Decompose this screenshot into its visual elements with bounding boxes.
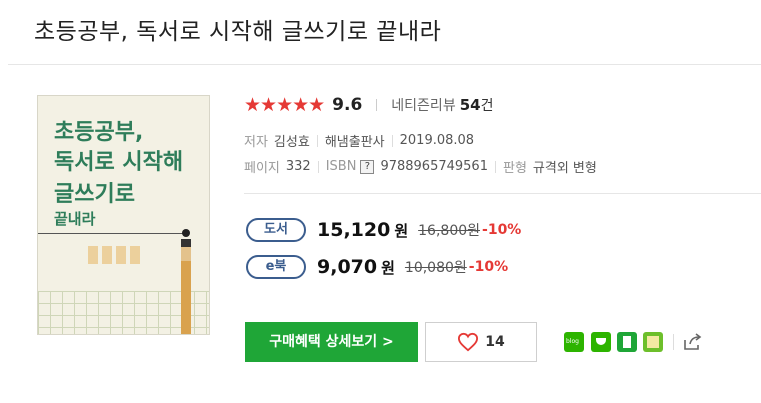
- currency-unit: 원: [394, 221, 409, 240]
- format-label: 판형: [502, 161, 527, 176]
- pages-label: 페이지: [244, 161, 280, 176]
- like-button[interactable]: 14: [425, 322, 537, 362]
- author-link[interactable]: 김성효: [274, 131, 310, 150]
- publish-date: 2019.08.08: [399, 133, 475, 148]
- heart-icon: [458, 332, 479, 352]
- review-count[interactable]: 54: [460, 96, 481, 114]
- price-row-ebook: e북 9,070 원 10,080원 -10%: [246, 255, 508, 279]
- page-title: 초등공부, 독서로 시작해 글쓰기로 끝내라: [34, 19, 442, 45]
- ebook-type-badge[interactable]: e북: [246, 255, 306, 279]
- discount-rate: -10%: [468, 259, 509, 275]
- star-rating-icon: ★★★★★: [244, 94, 325, 116]
- format-value: 규격외 변형: [532, 161, 597, 176]
- memo-icon[interactable]: [643, 332, 663, 352]
- publisher-link[interactable]: 해냄출판사: [325, 131, 385, 150]
- naver-cafe-icon[interactable]: [591, 332, 611, 352]
- isbn-value: 9788965749561: [380, 159, 488, 174]
- review-link-label[interactable]: 네티즌리뷰: [391, 95, 455, 115]
- like-count: 14: [485, 334, 505, 350]
- divider: [317, 160, 319, 173]
- review-count-unit: 건: [480, 98, 494, 114]
- purchase-benefits-button[interactable]: 구매혜택 상세보기 >: [245, 322, 418, 362]
- naver-blog-icon[interactable]: [564, 332, 584, 352]
- cover-title-line2: 독서로 시작해: [54, 150, 184, 175]
- cover-dot: [182, 229, 190, 237]
- divider: [316, 134, 318, 147]
- divider: [494, 160, 496, 173]
- divider: [376, 99, 378, 111]
- pencil-illustration: [181, 239, 191, 334]
- cover-illustration: [88, 246, 144, 264]
- isbn-label: ISBN: [325, 159, 357, 174]
- currency-unit: 원: [381, 258, 395, 277]
- isbn-help-icon[interactable]: ?: [360, 159, 375, 174]
- rating-row: ★★★★★ 9.6 네티즌리뷰 54 건: [244, 94, 493, 116]
- cover-title-line4: 끝내라: [54, 210, 96, 228]
- meta-row-author: 저자 김성효 해냄출판사 2019.08.08: [244, 131, 474, 150]
- sale-price: 15,120: [317, 219, 391, 241]
- divider: [673, 334, 674, 350]
- title-divider: [8, 64, 761, 65]
- price-row-book: 도서 15,120 원 16,800원 -10%: [246, 218, 521, 242]
- sale-price: 9,070: [317, 256, 378, 278]
- info-divider: [244, 193, 761, 194]
- band-icon[interactable]: [617, 332, 637, 352]
- pages-value: 332: [285, 159, 311, 174]
- book-cover[interactable]: 초등공부, 독서로 시작해 글쓰기로 끝내라: [37, 95, 210, 335]
- original-price: 16,800원: [418, 223, 481, 239]
- discount-rate: -10%: [482, 222, 522, 238]
- cover-rule: [38, 233, 186, 234]
- share-icon[interactable]: [681, 331, 703, 353]
- rating-score: 9.6: [332, 95, 363, 115]
- meta-row-details: 페이지 332 ISBN ? 9788965749561 판형 규격외 변형: [244, 157, 597, 176]
- original-price: 10,080원: [404, 260, 467, 276]
- cover-title-line3: 글쓰기로: [54, 182, 135, 207]
- cover-title-line1: 초등공부,: [54, 120, 144, 145]
- book-type-badge[interactable]: 도서: [246, 218, 306, 242]
- author-label: 저자: [244, 135, 268, 150]
- divider: [391, 134, 393, 147]
